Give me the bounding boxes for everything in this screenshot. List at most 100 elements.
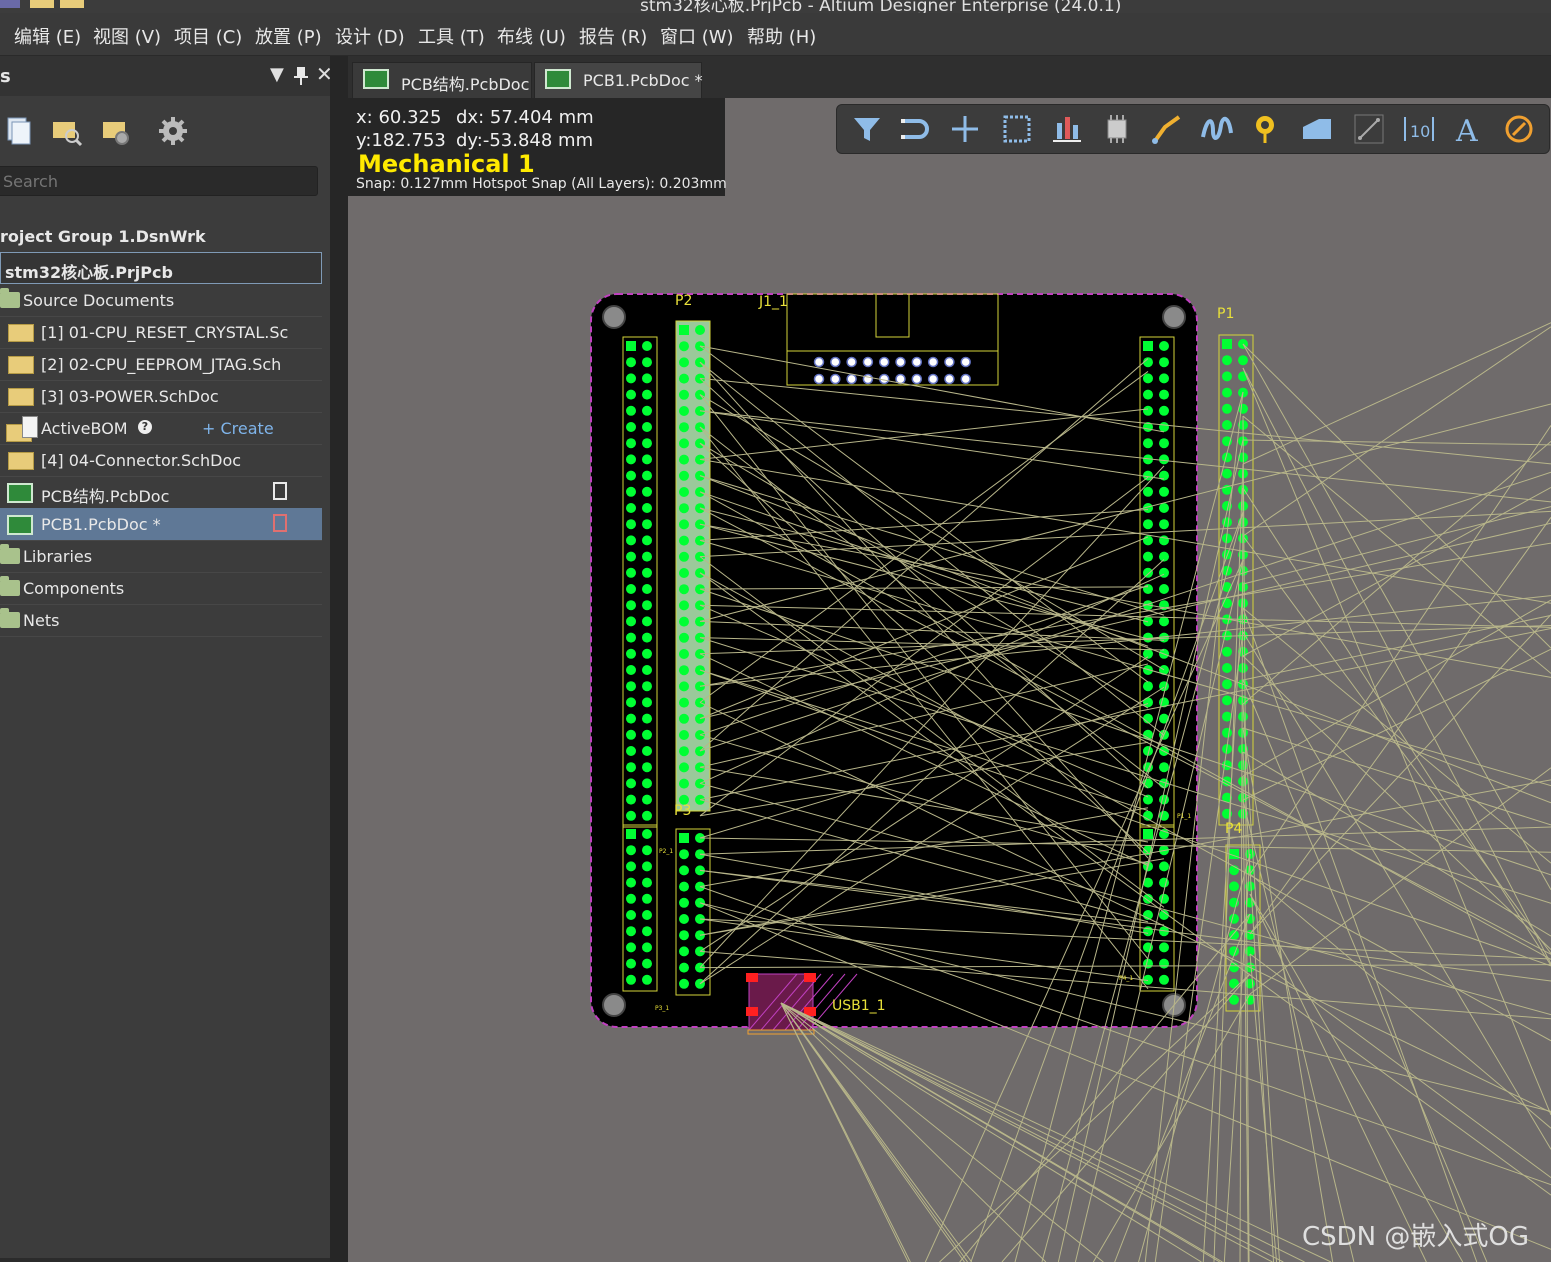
- help-icon[interactable]: ?: [138, 420, 152, 434]
- tree-pcb-structure[interactable]: PCB结构.PcbDoc: [0, 476, 322, 509]
- title-bar: stm32核心板.PrjPcb - Altium Designer Enterp…: [0, 0, 1551, 13]
- folder-settings-icon[interactable]: [100, 114, 134, 148]
- designator-p1: P1: [1217, 306, 1234, 322]
- copy-docs-icon[interactable]: [2, 114, 36, 148]
- tab-pcb-structure[interactable]: PCB结构.PcbDoc: [352, 62, 532, 98]
- filter-icon[interactable]: [849, 111, 885, 147]
- pad: [626, 648, 636, 659]
- modified-file-icon: [273, 514, 287, 532]
- tree-components[interactable]: Components: [0, 572, 322, 605]
- interactive-route-icon[interactable]: [897, 111, 933, 147]
- pad: [1143, 535, 1153, 546]
- pad: [642, 567, 652, 578]
- pad: [679, 978, 689, 989]
- tree-workspace[interactable]: roject Group 1.DsnWrk: [0, 220, 322, 253]
- select-rect-icon[interactable]: [999, 111, 1035, 147]
- panel-toolbar: [0, 106, 330, 156]
- cross-icon[interactable]: [947, 111, 983, 147]
- pcb-doc-icon: [545, 69, 571, 89]
- pad: [642, 762, 652, 773]
- pcb-doc-icon: [363, 69, 389, 89]
- tree-doc-4[interactable]: [4] 04-Connector.SchDoc: [0, 444, 322, 477]
- pad: [1159, 341, 1169, 351]
- align-icon[interactable]: [1049, 111, 1085, 147]
- tab-pcb1[interactable]: PCB1.PcbDoc *: [534, 62, 703, 98]
- pad: [642, 600, 652, 611]
- pad: [642, 357, 652, 368]
- pad: [642, 535, 652, 546]
- ratsnest-line: [1249, 517, 1551, 935]
- polygon-icon[interactable]: [1299, 111, 1335, 147]
- menu-help[interactable]: 帮助 (H): [747, 23, 816, 49]
- header-p1: [1218, 334, 1254, 826]
- app-logo-icon: [0, 0, 84, 8]
- arc-icon[interactable]: [1501, 111, 1537, 147]
- pad: [642, 810, 652, 821]
- pad: [626, 893, 636, 904]
- search-input[interactable]: [0, 166, 318, 196]
- menu-edit[interactable]: 编辑 (E): [14, 23, 81, 49]
- pad: [626, 974, 636, 985]
- pad: [642, 974, 652, 985]
- pad: [642, 877, 652, 888]
- track-icon[interactable]: [1149, 111, 1185, 147]
- menu-route[interactable]: 布线 (U): [497, 23, 566, 49]
- panel-splitter[interactable]: [330, 56, 348, 1262]
- tree-doc-3[interactable]: [3] 03-POWER.SchDoc: [0, 380, 322, 413]
- menu-project[interactable]: 项目 (C): [174, 23, 242, 49]
- diff-pair-icon[interactable]: [1199, 111, 1235, 147]
- pad: [1143, 551, 1153, 562]
- pad: [626, 616, 636, 627]
- pad: [1222, 420, 1232, 430]
- tree-doc-1[interactable]: [1] 01-CPU_RESET_CRYSTAL.Sc: [0, 316, 322, 349]
- pin-icon[interactable]: [294, 67, 308, 85]
- pad: [679, 697, 689, 708]
- ratsnest-line: [1242, 599, 1551, 777]
- pad: [642, 729, 652, 740]
- tree-doc-2[interactable]: [2] 02-CPU_EEPROM_JTAG.Sch: [0, 348, 322, 381]
- pcb-canvas[interactable]: P2 J1_1 P1 P3 P4 USB1_1 P1_1 P2_1 P3_1 P…: [348, 98, 1551, 1262]
- menu-design[interactable]: 设计 (D): [335, 23, 405, 49]
- tree-source-documents[interactable]: Source Documents: [0, 284, 322, 317]
- tree-activebom[interactable]: ActiveBOM ? + Create: [0, 412, 322, 445]
- component-icon[interactable]: [1099, 111, 1135, 147]
- pad: [642, 713, 652, 724]
- create-link[interactable]: + Create: [202, 419, 274, 438]
- via-icon[interactable]: [1249, 111, 1285, 147]
- pcb-drawing[interactable]: P2 J1_1 P1 P3 P4 USB1_1 P1_1 P2_1 P3_1 P…: [348, 98, 1551, 1262]
- pad: [1143, 829, 1153, 839]
- text-icon[interactable]: A: [1451, 111, 1487, 147]
- folder-icon: [0, 544, 20, 564]
- pad: [695, 325, 705, 335]
- tree-libraries[interactable]: Libraries: [0, 540, 322, 573]
- tree-nets[interactable]: Nets: [0, 604, 322, 637]
- pad: [846, 356, 857, 368]
- tree-project[interactable]: stm32核心板.PrjPcb: [0, 252, 322, 284]
- folder-search-icon[interactable]: [50, 114, 84, 148]
- ratsnest-line: [1242, 343, 1551, 649]
- pad: [1159, 794, 1169, 805]
- designator-j1: J1_1: [758, 294, 788, 310]
- ratsnest-line: [1242, 487, 1551, 966]
- menu-window[interactable]: 窗口 (W): [660, 23, 734, 49]
- line-icon[interactable]: [1351, 111, 1387, 147]
- pad: [626, 762, 636, 773]
- pad: [1222, 387, 1232, 398]
- dimension-icon[interactable]: 10: [1401, 111, 1437, 147]
- pad: [1159, 877, 1169, 888]
- menu-tools[interactable]: 工具 (T): [418, 23, 485, 49]
- menu-place[interactable]: 放置 (P): [255, 23, 322, 49]
- panel-menu-icon[interactable]: ▼: [270, 64, 284, 85]
- pad: [1159, 958, 1169, 969]
- pad: [1238, 355, 1248, 366]
- pad: [1159, 454, 1169, 465]
- pad: [1159, 762, 1169, 773]
- gear-icon[interactable]: [156, 114, 190, 148]
- bom-icon: [22, 416, 38, 438]
- pad: [1143, 958, 1153, 969]
- pad: [1143, 567, 1153, 578]
- tree-pcb1[interactable]: PCB1.PcbDoc *: [0, 508, 322, 541]
- menu-view[interactable]: 视图 (V): [93, 23, 161, 49]
- menu-reports[interactable]: 报告 (R): [579, 23, 647, 49]
- pad: [626, 942, 636, 953]
